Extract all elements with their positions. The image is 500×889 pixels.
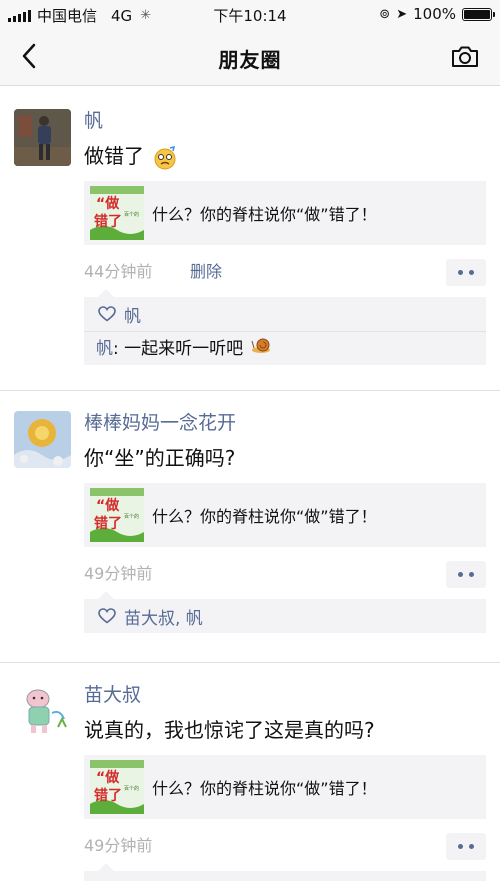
post-3: 苗大叔 说真的，我也惊诧了这是真的吗? “做 错了 百个的 什么？你的脊柱说你“… xyxy=(0,663,500,889)
meta-row: 49分钟前 xyxy=(84,831,486,861)
post-time: 49分钟前 xyxy=(84,564,153,583)
battery-icon xyxy=(462,7,495,21)
status-bar: 中国电信 4G ✳ 下午10:14 ⊚ ➤ 100% xyxy=(0,0,500,28)
lock-rotation-icon: ⊚ xyxy=(379,6,391,22)
avatar[interactable] xyxy=(14,411,71,468)
more-actions-button[interactable] xyxy=(446,259,486,286)
thumb-badge-text: 百个的 xyxy=(124,785,139,792)
heart-icon xyxy=(98,306,116,322)
thumb-badge-text: 百个的 xyxy=(124,211,139,218)
comment-author[interactable]: 帆 xyxy=(96,339,113,359)
likes-row: 帆 xyxy=(84,297,486,331)
camera-icon xyxy=(452,46,478,67)
avatar[interactable] xyxy=(14,683,71,740)
post-body: 帆 做错了 “做 错了 百个的 什么？你的脊柱说你“做”错了！ 44分钟前 删除… xyxy=(84,107,486,365)
emoji-icon xyxy=(152,145,178,171)
link-card[interactable]: “做 错了 百个的 什么？你的脊柱说你“做”错了！ xyxy=(84,483,486,547)
camera-button[interactable] xyxy=(450,42,480,72)
page-title: 朋友圈 xyxy=(218,48,282,72)
post-body: 棒棒妈妈一念花开 你“坐”的正确吗? “做 错了 百个的 什么？你的脊柱说你“做… xyxy=(84,409,486,633)
comment-text: : 一起来听一听吧 xyxy=(113,339,244,359)
likes-names[interactable]: 帆 xyxy=(124,302,141,327)
dot-icon xyxy=(458,270,463,275)
dot-icon xyxy=(469,270,474,275)
likes-row: 苗大叔, 帆 xyxy=(84,599,486,633)
link-title: 什么？你的脊柱说你“做”错了！ xyxy=(152,507,377,526)
link-thumbnail: “做 错了 百个的 xyxy=(90,488,144,542)
thumb-top-text: “做 xyxy=(96,497,120,514)
thumb-bottom-text: 错了 xyxy=(94,515,122,532)
post-2: 棒棒妈妈一念花开 你“坐”的正确吗? “做 错了 百个的 什么？你的脊柱说你“做… xyxy=(0,391,500,663)
likes-comments-box xyxy=(84,863,486,881)
meta-row: 44分钟前 删除 xyxy=(84,257,486,287)
thumb-top-text: “做 xyxy=(96,195,120,212)
avatar[interactable] xyxy=(14,109,71,166)
battery-fill xyxy=(464,9,490,19)
post-time: 49分钟前 xyxy=(84,836,153,855)
dot-icon xyxy=(469,844,474,849)
likes-comments-box: 苗大叔, 帆 xyxy=(84,591,486,633)
post-text-content: 做错了 xyxy=(84,144,144,168)
link-card[interactable]: “做 错了 百个的 什么？你的脊柱说你“做”错了！ xyxy=(84,755,486,819)
status-right: ⊚ ➤ 100% xyxy=(379,5,495,23)
likes-names[interactable]: 苗大叔, 帆 xyxy=(124,604,203,629)
post-text: 你“坐”的正确吗? xyxy=(84,446,236,470)
post-text: 做错了 xyxy=(84,141,486,171)
post-text: 说真的，我也惊诧了这是真的吗? xyxy=(84,718,375,742)
link-title: 什么？你的脊柱说你“做”错了！ xyxy=(152,205,377,224)
heart-icon xyxy=(98,608,116,624)
thumb-top-text: “做 xyxy=(96,769,120,786)
likes-comments-box: 帆 帆: 一起来听一听吧 xyxy=(84,289,486,365)
link-card[interactable]: “做 错了 百个的 什么？你的脊柱说你“做”错了！ xyxy=(84,181,486,245)
more-actions-button[interactable] xyxy=(446,833,486,860)
more-actions-button[interactable] xyxy=(446,561,486,588)
thumb-badge-text: 百个的 xyxy=(124,513,139,520)
location-icon: ➤ xyxy=(396,6,408,22)
link-thumbnail: “做 错了 百个的 xyxy=(90,186,144,240)
person-photo xyxy=(14,109,71,166)
meta-row: 49分钟前 xyxy=(84,559,486,589)
dot-icon xyxy=(458,844,463,849)
snail-emoji-icon xyxy=(251,332,273,366)
thumb-bottom-text: 错了 xyxy=(94,213,122,230)
dot-icon xyxy=(458,572,463,577)
comment-row[interactable]: 帆: 一起来听一听吧 xyxy=(84,331,486,365)
post-time: 44分钟前 xyxy=(84,262,153,281)
post-body: 苗大叔 说真的，我也惊诧了这是真的吗? “做 错了 百个的 什么？你的脊柱说你“… xyxy=(84,681,486,881)
post-1: 帆 做错了 “做 错了 百个的 什么？你的脊柱说你“做”错了！ 44分钟前 删除… xyxy=(0,87,500,391)
dot-icon xyxy=(469,572,474,577)
battery-percent: 100% xyxy=(413,5,456,23)
post-username[interactable]: 苗大叔 xyxy=(84,681,486,709)
link-thumbnail: “做 错了 百个的 xyxy=(90,760,144,814)
thumb-bottom-text: 错了 xyxy=(94,787,122,804)
link-title: 什么？你的脊柱说你“做”错了！ xyxy=(152,779,377,798)
cartoon-avatar xyxy=(14,683,71,740)
delete-button[interactable]: 删除 xyxy=(190,257,222,287)
post-username[interactable]: 棒棒妈妈一念花开 xyxy=(84,409,486,437)
nav-bar: 朋友圈 xyxy=(0,28,500,86)
post-username[interactable]: 帆 xyxy=(84,107,486,135)
flower-photo xyxy=(14,411,71,468)
